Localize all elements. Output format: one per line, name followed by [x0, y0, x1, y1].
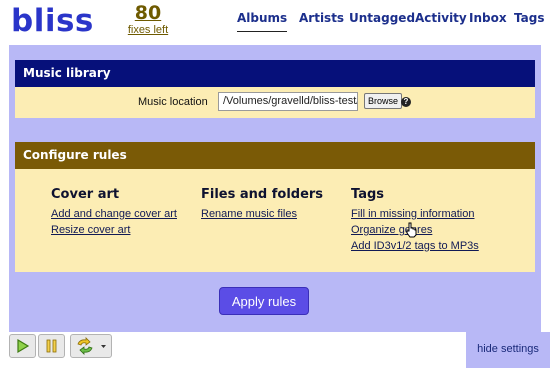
tab-inbox[interactable]: Inbox [469, 11, 507, 25]
configure-rules-title: Configure rules [15, 142, 535, 169]
play-button[interactable] [9, 334, 36, 358]
apply-rules-button[interactable]: Apply rules [219, 287, 309, 315]
browse-button[interactable]: Browse [364, 93, 403, 109]
tab-activity[interactable]: Activity [415, 11, 467, 25]
pause-icon [46, 339, 57, 353]
hand-cursor-icon [406, 222, 417, 238]
music-location-label: Music location [138, 96, 208, 108]
tab-tags[interactable]: Tags [514, 11, 544, 25]
hide-settings-link[interactable]: hide settings [466, 332, 550, 368]
configure-rules-section: Configure rules Cover art Add and change… [15, 142, 535, 272]
music-library-title: Music library [15, 60, 535, 87]
fixes-count[interactable]: 80 [126, 3, 170, 24]
header: bliss 80 fixes left Albums Artists Untag… [0, 0, 550, 44]
help-icon[interactable]: ? [401, 97, 411, 107]
rule-rename-music-files[interactable]: Rename music files [201, 206, 323, 222]
music-library-body: Music location /Volumes/gravelld/bliss-t… [15, 87, 535, 118]
tags-column: Tags Fill in missing information Organiz… [351, 187, 479, 254]
dropdown-arrow-icon [101, 345, 106, 348]
tab-albums[interactable]: Albums [237, 11, 288, 32]
cover-art-column: Cover art Add and change cover art Resiz… [51, 187, 177, 238]
rule-fill-missing-information[interactable]: Fill in missing information [351, 206, 479, 222]
tags-heading: Tags [351, 187, 385, 202]
fixes-label[interactable]: fixes left [126, 24, 170, 37]
files-folders-column: Files and folders Rename music files [201, 187, 323, 222]
app-logo[interactable]: bliss [11, 3, 94, 39]
sync-dropdown-button[interactable] [70, 334, 112, 358]
cover-art-heading: Cover art [51, 187, 120, 202]
rule-add-id3-tags[interactable]: Add ID3v1/2 tags to MP3s [351, 238, 479, 254]
pause-button[interactable] [38, 334, 65, 358]
rule-add-change-cover-art[interactable]: Add and change cover art [51, 206, 177, 222]
music-library-section: Music library Music location /Volumes/gr… [15, 60, 535, 118]
settings-panel: Music library Music location /Volumes/gr… [9, 45, 541, 332]
files-folders-heading: Files and folders [201, 187, 324, 202]
rule-resize-cover-art[interactable]: Resize cover art [51, 222, 177, 238]
play-icon [17, 338, 30, 354]
fixes-counter[interactable]: 80 fixes left [126, 3, 170, 37]
configure-rules-body: Cover art Add and change cover art Resiz… [15, 169, 535, 272]
tab-untagged[interactable]: Untagged [349, 11, 415, 25]
sync-icon [77, 337, 106, 355]
music-location-input[interactable]: /Volumes/gravelld/bliss-test/t [218, 92, 358, 111]
tab-artists[interactable]: Artists [299, 11, 344, 25]
